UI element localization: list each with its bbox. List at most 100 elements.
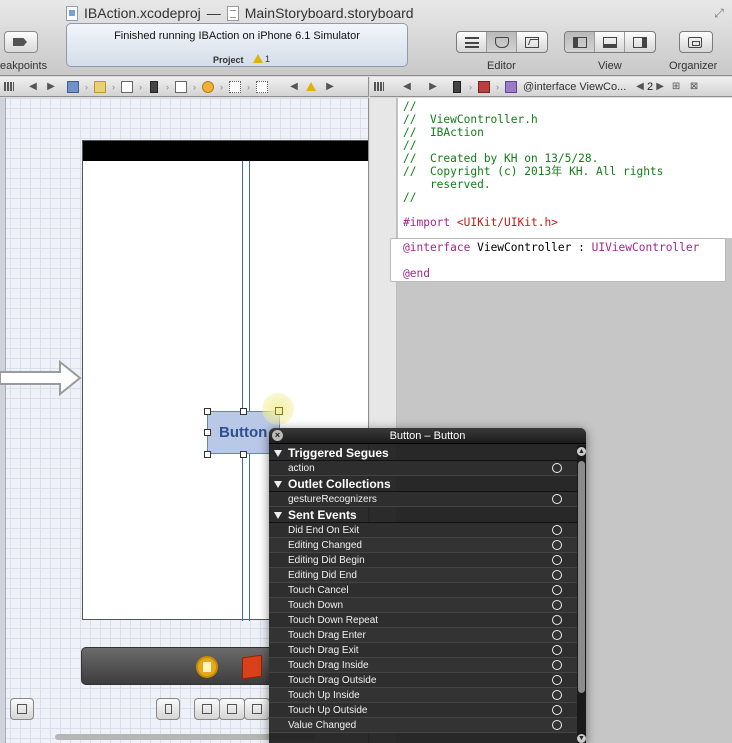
- path-chevron-icon: ›: [85, 81, 88, 92]
- related-items-button[interactable]: [0, 77, 18, 97]
- connection-well-icon[interactable]: [552, 690, 562, 700]
- connection-well-icon[interactable]: [552, 645, 562, 655]
- connection-row: Editing Changed: [269, 538, 577, 553]
- connection-well-icon[interactable]: [552, 660, 562, 670]
- add-assistant-button[interactable]: ⊞: [667, 77, 685, 97]
- issue-forward-button[interactable]: ▶: [321, 77, 339, 97]
- disclosure-triangle-icon[interactable]: [274, 481, 282, 488]
- version-editor-button[interactable]: [517, 32, 547, 52]
- connection-well-icon[interactable]: [552, 630, 562, 640]
- connection-well-icon[interactable]: [552, 600, 562, 610]
- assistant-editor-button[interactable]: [487, 32, 517, 52]
- interface-block[interactable]: @interface ViewController : UIViewContro…: [390, 238, 726, 282]
- debug-area-toggle-button[interactable]: [595, 32, 625, 52]
- view-icon: [229, 80, 241, 93]
- path-chevron-icon: ›: [496, 81, 499, 92]
- disclosure-triangle-icon[interactable]: [274, 512, 282, 519]
- connection-well-icon[interactable]: [552, 525, 562, 535]
- resize-handle[interactable]: [240, 451, 247, 458]
- hud-section-title: Sent Events: [288, 508, 357, 522]
- resize-handle[interactable]: [240, 408, 247, 415]
- connection-label: Editing Changed: [288, 540, 362, 551]
- assistant-forward-button[interactable]: ▶: [424, 77, 442, 97]
- scroll-down-icon[interactable]: ▼: [577, 734, 586, 743]
- hud-section-header[interactable]: Sent Events: [269, 507, 577, 523]
- jump-header-file[interactable]: [475, 77, 493, 97]
- form-factor-button[interactable]: [156, 698, 180, 720]
- forward-button[interactable]: ▶: [42, 77, 60, 97]
- connection-row: Touch Drag Outside: [269, 673, 577, 688]
- project-tab-title[interactable]: IBAction.xcodeproj: [84, 5, 201, 21]
- connection-drag-handle[interactable]: [275, 407, 283, 415]
- jump-button[interactable]: [253, 77, 271, 97]
- hud-scroll-thumb[interactable]: [578, 461, 585, 693]
- jump-view-controller[interactable]: [199, 77, 217, 97]
- title-separator: —: [206, 5, 221, 21]
- jump-scene[interactable]: [172, 77, 190, 97]
- resize-handle[interactable]: [204, 451, 211, 458]
- close-icon[interactable]: ×: [272, 430, 283, 441]
- organizer-button[interactable]: [680, 32, 712, 52]
- hud-scrollbar[interactable]: ▲ ▼: [577, 445, 586, 743]
- jump-project[interactable]: [64, 77, 82, 97]
- jump-group[interactable]: [91, 77, 109, 97]
- issue-back-button[interactable]: ◀: [285, 77, 303, 97]
- fullscreen-icon[interactable]: ⤢: [712, 6, 726, 20]
- connection-well-icon[interactable]: [552, 570, 562, 580]
- jump-interface-symbol[interactable]: @interface ViewCo...: [523, 81, 635, 93]
- standard-editor-button[interactable]: [457, 32, 487, 52]
- connection-well-icon[interactable]: [552, 540, 562, 550]
- project-icon: [67, 80, 79, 93]
- jump-storyboard-iphone[interactable]: [145, 77, 163, 97]
- connection-row: Touch Cancel: [269, 583, 577, 598]
- resize-handle[interactable]: [204, 408, 211, 415]
- resize-handle[interactable]: [204, 429, 211, 436]
- issue-warning-button[interactable]: [303, 77, 321, 97]
- counterpart-prev-icon[interactable]: ◀: [635, 77, 645, 97]
- hud-section-header[interactable]: Triggered Segues: [269, 445, 577, 461]
- assistant-editor-icon: [495, 37, 509, 48]
- connection-well-icon[interactable]: [552, 615, 562, 625]
- pin-button[interactable]: [219, 698, 245, 720]
- connection-row: Touch Drag Exit: [269, 643, 577, 658]
- disclosure-triangle-icon[interactable]: [274, 450, 282, 457]
- back-button[interactable]: ◀: [24, 77, 42, 97]
- assistant-related-items-button[interactable]: [370, 77, 388, 97]
- connection-well-icon[interactable]: [552, 705, 562, 715]
- connection-well-icon[interactable]: [552, 720, 562, 730]
- view-controller-object-icon[interactable]: [196, 656, 218, 678]
- connection-well-icon[interactable]: [552, 555, 562, 565]
- connection-well-icon[interactable]: [552, 675, 562, 685]
- code-line: // Created by KH on 13/5/28.: [403, 152, 599, 165]
- activity-warning-badge[interactable]: 1: [253, 54, 270, 64]
- hud-section-header[interactable]: Outlet Collections: [269, 476, 577, 492]
- hud-title-bar[interactable]: × Button – Button: [269, 428, 586, 444]
- assistant-counterparts-button[interactable]: [448, 77, 466, 97]
- connection-well-icon[interactable]: [552, 463, 562, 473]
- forward-arrow-icon: ▶: [429, 81, 437, 92]
- warning-icon: [306, 82, 316, 91]
- scroll-up-icon[interactable]: ▲: [577, 447, 586, 456]
- connections-hud[interactable]: × Button – Button Triggered Segues action…: [269, 428, 586, 743]
- connection-well-icon[interactable]: [552, 494, 562, 504]
- back-arrow-icon: ◀: [29, 81, 37, 92]
- related-items-icon: [4, 82, 14, 91]
- navigator-toggle-button[interactable]: [565, 32, 595, 52]
- breakpoints-button[interactable]: [4, 31, 38, 53]
- counterpart-next-icon[interactable]: ▶: [653, 77, 667, 97]
- code-line: reserved.: [403, 178, 491, 191]
- connection-well-icon[interactable]: [552, 585, 562, 595]
- utilities-toggle-button[interactable]: [625, 32, 655, 52]
- resolve-button[interactable]: [244, 698, 270, 720]
- assistant-back-button[interactable]: ◀: [398, 77, 416, 97]
- document-outline-button[interactable]: [10, 698, 34, 720]
- close-assistant-button[interactable]: ⊠: [685, 77, 703, 97]
- jump-storyboard[interactable]: [118, 77, 136, 97]
- first-responder-icon[interactable]: [242, 654, 262, 680]
- jump-class-symbol[interactable]: [502, 77, 520, 97]
- jump-view[interactable]: [226, 77, 244, 97]
- connection-label: Touch Drag Inside: [288, 660, 369, 671]
- file-tab-title[interactable]: MainStoryboard.storyboard: [245, 5, 414, 21]
- back-arrow-icon: ◀: [290, 81, 298, 92]
- align-button[interactable]: [194, 698, 220, 720]
